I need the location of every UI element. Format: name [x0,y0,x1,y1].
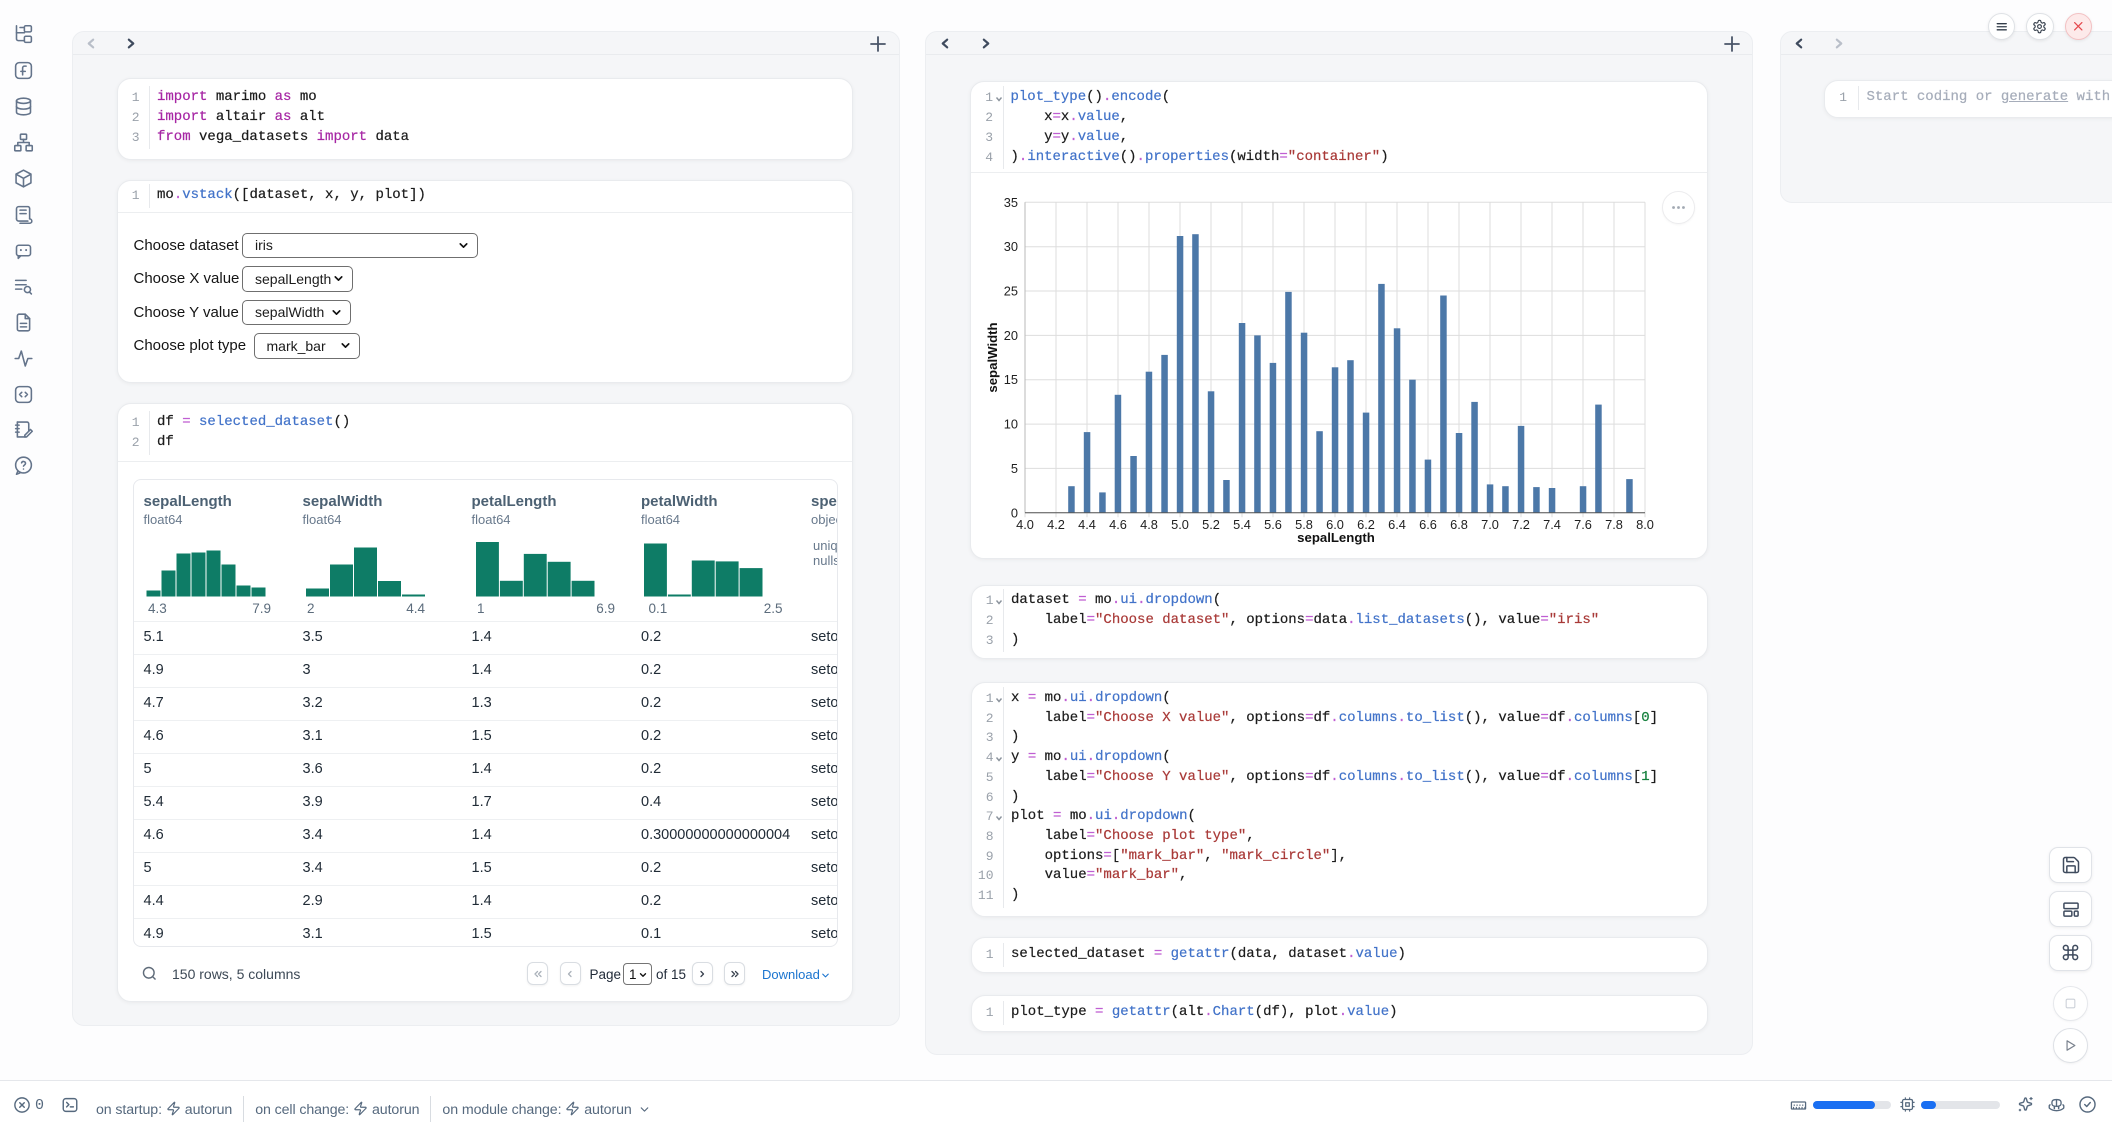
svg-text:7.0: 7.0 [1481,517,1499,532]
svg-text:sepalLength: sepalLength [1297,530,1375,545]
svg-text:7.2: 7.2 [1512,517,1530,532]
svg-text:7.8: 7.8 [1605,517,1623,532]
svg-text:30: 30 [1004,239,1018,254]
svg-text:10: 10 [1004,417,1018,432]
svg-text:sepalWidth: sepalWidth [985,322,1000,392]
svg-text:5.4: 5.4 [1233,517,1251,532]
svg-text:6.6: 6.6 [1419,517,1437,532]
svg-text:20: 20 [1004,328,1018,343]
svg-text:4.6: 4.6 [1109,517,1127,532]
svg-text:6.4: 6.4 [1388,517,1406,532]
svg-text:35: 35 [1004,195,1018,210]
svg-text:4.8: 4.8 [1140,517,1158,532]
svg-text:4.4: 4.4 [1078,517,1096,532]
svg-text:15: 15 [1004,372,1018,387]
svg-text:5.0: 5.0 [1171,517,1189,532]
svg-text:5: 5 [1011,461,1018,476]
svg-text:4.2: 4.2 [1047,517,1065,532]
svg-text:7.6: 7.6 [1574,517,1592,532]
svg-text:5.6: 5.6 [1264,517,1282,532]
svg-text:8.0: 8.0 [1636,517,1654,532]
svg-text:6.8: 6.8 [1450,517,1468,532]
svg-text:7.4: 7.4 [1543,517,1561,532]
svg-text:25: 25 [1004,284,1018,299]
svg-text:5.2: 5.2 [1202,517,1220,532]
svg-text:4.0: 4.0 [1016,517,1034,532]
